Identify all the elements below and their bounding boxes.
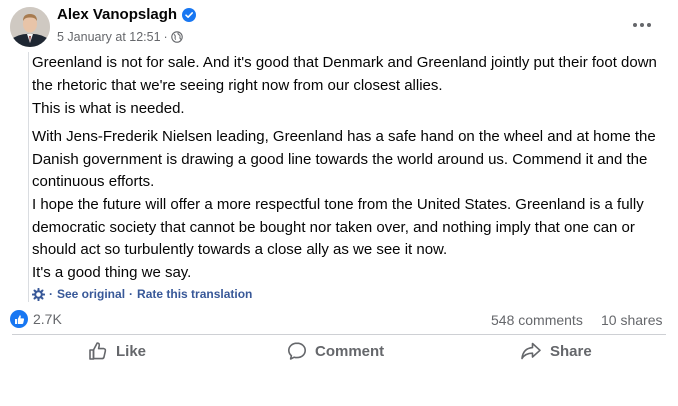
share-button[interactable]: Share xyxy=(520,340,592,362)
translate-separator-dot: · xyxy=(49,287,53,301)
share-arrow-icon xyxy=(521,342,541,360)
facebook-post: Alex Vanopslagh 5 January at 12:51 · Gre… xyxy=(0,0,678,406)
comment-label: Comment xyxy=(315,342,385,360)
actions-divider xyxy=(12,334,666,335)
more-options-icon xyxy=(633,23,651,27)
author-name-text[interactable]: Alex Vanopslagh xyxy=(57,6,177,23)
translation-indent-line xyxy=(28,52,29,302)
engagement-stats: 2.7K 548 comments 10 shares xyxy=(10,310,668,332)
shares-count[interactable]: 10 shares xyxy=(601,312,662,328)
speech-bubble-icon xyxy=(288,342,306,360)
post-timestamp[interactable]: 5 January at 12:51 xyxy=(57,30,161,44)
post-paragraph-4: I hope the future will offer a more resp… xyxy=(32,196,644,258)
post-paragraph-1: Greenland is not for sale. And it's good… xyxy=(32,54,657,94)
thumbs-up-icon xyxy=(10,310,28,328)
verified-badge-icon xyxy=(182,7,197,22)
like-button[interactable]: Like xyxy=(88,340,146,362)
post-paragraph-2: This is what is needed. xyxy=(32,100,185,117)
translate-separator: · xyxy=(129,287,134,301)
reactions-count: 2.7K xyxy=(33,311,62,327)
globe-icon xyxy=(170,31,183,43)
translation-controls: · See original · Rate this translation xyxy=(31,287,252,301)
avatar[interactable] xyxy=(10,7,50,47)
share-label: Share xyxy=(550,342,592,360)
post-meta: 5 January at 12:51 · xyxy=(57,30,183,44)
reactions-summary[interactable]: 2.7K xyxy=(10,310,62,328)
comments-count[interactable]: 548 comments xyxy=(491,312,583,328)
comment-button[interactable]: Comment xyxy=(287,340,384,362)
author-name[interactable]: Alex Vanopslagh xyxy=(57,6,197,23)
see-original-link[interactable]: See original xyxy=(57,287,125,301)
more-options-button[interactable] xyxy=(629,14,655,36)
like-label: Like xyxy=(116,342,147,360)
thumbs-up-outline-icon xyxy=(89,342,107,360)
gear-icon[interactable] xyxy=(31,287,46,301)
post-paragraph-5: It's a good thing we say. xyxy=(32,264,192,281)
post-paragraph-3: With Jens-Frederik Nielsen leading, Gree… xyxy=(32,128,656,190)
rate-translation-link[interactable]: Rate this translation xyxy=(137,287,252,301)
meta-separator: · xyxy=(163,30,168,44)
